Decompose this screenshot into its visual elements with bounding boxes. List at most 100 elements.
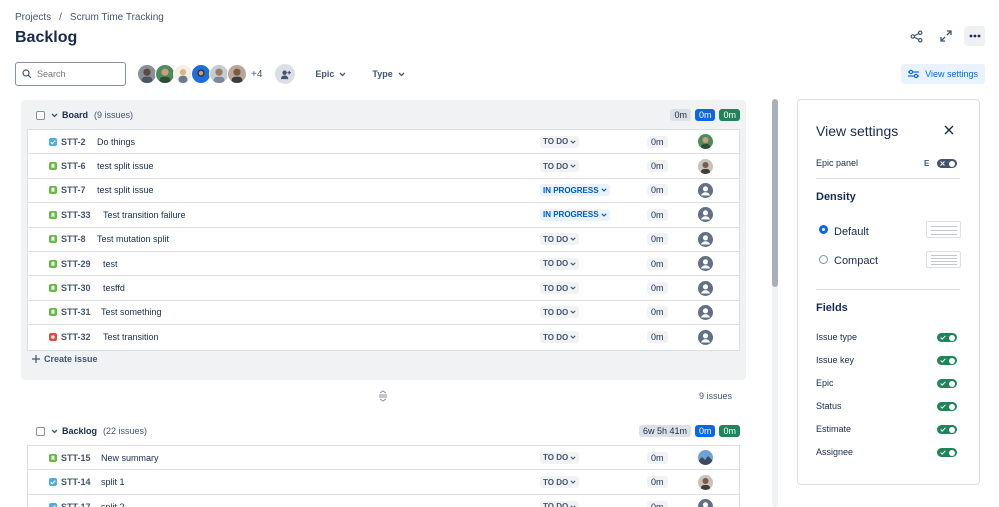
fullscreen-button[interactable] bbox=[935, 26, 956, 46]
more-avatars-count[interactable]: +4 bbox=[251, 69, 262, 80]
field-toggle[interactable] bbox=[937, 379, 957, 388]
issue-summary[interactable]: Test transition bbox=[103, 332, 159, 342]
status-dropdown[interactable]: TO DO bbox=[540, 306, 580, 319]
add-people-button[interactable] bbox=[275, 64, 296, 84]
board-select-checkbox[interactable] bbox=[36, 110, 45, 120]
avatar[interactable] bbox=[173, 64, 193, 84]
issue-row[interactable]: STT-30 tesffd TO DO 0m bbox=[28, 276, 739, 301]
assignee-avatar[interactable] bbox=[698, 158, 713, 174]
field-toggle[interactable] bbox=[937, 356, 957, 365]
assignee-avatar[interactable] bbox=[698, 450, 713, 466]
chevron-down-icon[interactable] bbox=[51, 113, 58, 118]
issue-row[interactable]: STT-33 Test transition failure IN PROGRESS… bbox=[28, 203, 739, 228]
assignee-avatar[interactable] bbox=[698, 231, 713, 247]
issue-summary[interactable]: Test transition failure bbox=[103, 210, 186, 220]
view-settings-button[interactable]: View settings bbox=[901, 64, 985, 84]
assignee-avatar[interactable] bbox=[698, 499, 713, 507]
assignee-avatar[interactable] bbox=[698, 207, 713, 223]
avatar[interactable] bbox=[227, 64, 247, 84]
estimate-badge[interactable]: 0m bbox=[647, 233, 668, 246]
share-button[interactable] bbox=[906, 26, 927, 46]
issue-summary[interactable]: split 1 bbox=[101, 477, 125, 487]
density-default-label[interactable]: Default bbox=[834, 226, 869, 238]
assignee-avatar[interactable] bbox=[698, 134, 713, 150]
field-toggle[interactable] bbox=[937, 425, 957, 434]
issue-row[interactable]: STT-31 Test something TO DO 0m bbox=[28, 301, 739, 326]
breadcrumb-project[interactable]: Scrum Time Tracking bbox=[70, 12, 164, 23]
estimate-badge[interactable]: 0m bbox=[647, 451, 668, 464]
scrollbar-thumb[interactable] bbox=[772, 99, 778, 287]
board-header[interactable]: Board (9 issues) 0m 0m 0m bbox=[21, 101, 746, 129]
status-dropdown[interactable]: TO DO bbox=[540, 331, 580, 344]
assignee-avatar[interactable] bbox=[698, 329, 713, 345]
scrollbar[interactable] bbox=[772, 99, 778, 507]
issue-summary[interactable]: tesffd bbox=[103, 283, 125, 293]
epic-panel-toggle[interactable] bbox=[937, 159, 957, 168]
assignee-avatar[interactable] bbox=[698, 182, 713, 198]
status-dropdown[interactable]: TO DO bbox=[540, 476, 580, 489]
issue-row[interactable]: STT-14 split 1 TO DO 0m bbox=[28, 470, 739, 495]
issue-row[interactable]: STT-7 test split issue IN PROGRESS 0m bbox=[28, 179, 739, 204]
estimate-badge[interactable]: 0m bbox=[647, 184, 668, 197]
status-dropdown[interactable]: TO DO bbox=[540, 282, 580, 295]
status-dropdown[interactable]: TO DO bbox=[540, 451, 580, 464]
issue-key[interactable]: STT-15 bbox=[61, 453, 91, 463]
backlog-header[interactable]: Backlog (22 issues) 6w 5h 41m 0m 0m bbox=[21, 417, 746, 445]
status-dropdown[interactable]: TO DO bbox=[540, 135, 580, 148]
avatar[interactable] bbox=[191, 64, 211, 84]
issue-summary[interactable]: split 2 bbox=[101, 502, 125, 507]
density-default-radio[interactable] bbox=[819, 225, 828, 234]
assignee-avatar[interactable] bbox=[698, 304, 713, 320]
issue-key[interactable]: STT-7 bbox=[61, 185, 86, 195]
issue-key[interactable]: STT-33 bbox=[61, 210, 91, 220]
status-dropdown[interactable]: IN PROGRESS bbox=[540, 208, 610, 221]
create-issue-button[interactable]: Create issue bbox=[32, 354, 98, 364]
issue-key[interactable]: STT-8 bbox=[61, 234, 86, 244]
status-dropdown[interactable]: TO DO bbox=[540, 160, 580, 173]
epic-filter[interactable]: Epic bbox=[309, 69, 352, 79]
density-compact-radio[interactable] bbox=[819, 255, 828, 264]
resize-handle[interactable] bbox=[378, 390, 388, 405]
issue-key[interactable]: STT-2 bbox=[61, 137, 86, 147]
issue-summary[interactable]: test bbox=[103, 259, 118, 269]
more-actions-button[interactable] bbox=[964, 26, 985, 46]
issue-key[interactable]: STT-29 bbox=[61, 259, 91, 269]
issue-row[interactable]: STT-29 test TO DO 0m bbox=[28, 252, 739, 277]
assignee-avatar[interactable] bbox=[698, 474, 713, 490]
issue-row[interactable]: STT-17 split 2 TO DO 0m bbox=[28, 495, 739, 507]
estimate-badge[interactable]: 0m bbox=[647, 208, 668, 221]
search-box[interactable] bbox=[15, 62, 126, 86]
issue-row[interactable]: STT-32 Test transition TO DO 0m bbox=[28, 325, 739, 349]
estimate-badge[interactable]: 0m bbox=[647, 160, 668, 173]
issue-summary[interactable]: test split issue bbox=[97, 185, 154, 195]
issue-key[interactable]: STT-31 bbox=[61, 307, 91, 317]
chevron-down-icon[interactable] bbox=[51, 429, 58, 434]
field-toggle[interactable] bbox=[937, 402, 957, 411]
estimate-badge[interactable]: 0m bbox=[647, 331, 668, 344]
field-toggle[interactable] bbox=[937, 448, 957, 457]
search-input[interactable] bbox=[37, 69, 117, 79]
issue-summary[interactable]: test split issue bbox=[97, 161, 154, 171]
type-filter[interactable]: Type bbox=[366, 69, 410, 79]
estimate-badge[interactable]: 0m bbox=[647, 476, 668, 489]
status-dropdown[interactable]: TO DO bbox=[540, 233, 580, 246]
issue-key[interactable]: STT-32 bbox=[61, 332, 91, 342]
assignee-avatar[interactable] bbox=[698, 256, 713, 272]
assignee-avatar[interactable] bbox=[698, 280, 713, 296]
estimate-badge[interactable]: 0m bbox=[647, 500, 668, 507]
issue-row[interactable]: STT-8 Test mutation split TO DO 0m bbox=[28, 228, 739, 252]
issue-row[interactable]: STT-2 Do things TO DO 0m bbox=[28, 130, 739, 155]
estimate-badge[interactable]: 0m bbox=[647, 257, 668, 270]
status-dropdown[interactable]: IN PROGRESS bbox=[540, 184, 610, 197]
issue-key[interactable]: STT-30 bbox=[61, 283, 91, 293]
status-dropdown[interactable]: TO DO bbox=[540, 500, 580, 507]
backlog-select-checkbox[interactable] bbox=[36, 426, 45, 436]
field-toggle[interactable] bbox=[937, 333, 957, 342]
avatar[interactable] bbox=[137, 64, 157, 84]
breadcrumb-projects[interactable]: Projects bbox=[15, 12, 51, 23]
density-compact-label[interactable]: Compact bbox=[834, 255, 878, 267]
avatar[interactable] bbox=[209, 64, 229, 84]
issue-row[interactable]: STT-6 test split issue TO DO 0m bbox=[28, 154, 739, 179]
issue-key[interactable]: STT-14 bbox=[61, 477, 91, 487]
close-button[interactable] bbox=[941, 122, 957, 138]
